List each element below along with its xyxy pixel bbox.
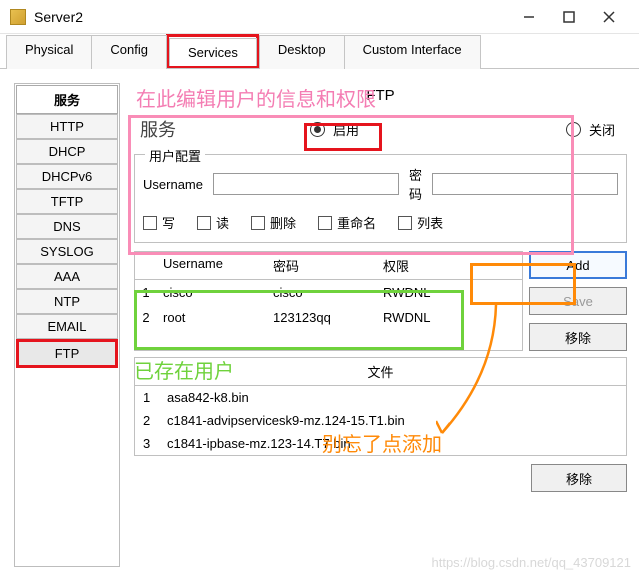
sidebar-item-tftp[interactable]: TFTP (16, 189, 118, 214)
tab-services-highlight: Services (166, 34, 259, 68)
sidebar-item-ftp[interactable]: FTP (16, 339, 118, 368)
minimize-button[interactable] (509, 2, 549, 32)
user-config-fieldset: 用户配置 Username 密码 写 读 删除 重命名 列表 (134, 154, 627, 243)
th-perm: 权限 (377, 252, 522, 279)
add-button[interactable]: Add (529, 251, 627, 279)
sidebar-item-dhcpv6[interactable]: DHCPv6 (16, 164, 118, 189)
maximize-button[interactable] (549, 2, 589, 32)
sidebar-item-syslog[interactable]: SYSLOG (16, 239, 118, 264)
radio-disable[interactable]: 关闭 (566, 120, 615, 139)
server-icon (10, 9, 26, 25)
tab-services[interactable]: Services (169, 38, 257, 66)
files-box: 文件 1asa842-k8.bin 2c1841-advipservicesk9… (134, 357, 627, 456)
username-input[interactable] (213, 173, 399, 195)
tab-config[interactable]: Config (91, 35, 167, 69)
sidebar-header: 服务 (16, 85, 118, 114)
service-toggle-row: 服务 启用 关闭 (126, 108, 635, 150)
checkbox-icon (143, 216, 157, 230)
radio-enable[interactable]: 启用 (310, 120, 359, 139)
sidebar-item-http[interactable]: HTTP (16, 114, 118, 139)
remove-user-button[interactable]: 移除 (529, 323, 627, 351)
save-button[interactable]: Save (529, 287, 627, 315)
tab-desktop[interactable]: Desktop (259, 35, 345, 69)
window-title: Server2 (34, 9, 509, 25)
remove-file-button[interactable]: 移除 (531, 464, 627, 492)
file-row[interactable]: 1asa842-k8.bin (135, 386, 626, 409)
password-label: 密码 (409, 165, 422, 203)
tabs: Physical Config Services Desktop Custom … (0, 34, 639, 69)
table-row[interactable]: 1 cisco cisco RWDNL (135, 280, 522, 305)
titlebar: Server2 (0, 0, 639, 34)
sidebar: 服务 HTTP DHCP DHCPv6 TFTP DNS SYSLOG AAA … (14, 83, 120, 567)
file-row[interactable]: 3c1841-ipbase-mz.123-14.T7.bin (135, 432, 626, 455)
perm-delete[interactable]: 删除 (251, 213, 296, 232)
user-table: Username 密码 权限 1 cisco cisco RWDNL 2 roo… (134, 251, 523, 351)
file-row[interactable]: 2c1841-advipservicesk9-mz.124-15.T1.bin (135, 409, 626, 432)
sidebar-item-dhcp[interactable]: DHCP (16, 139, 118, 164)
checkbox-icon (197, 216, 211, 230)
perm-list[interactable]: 列表 (398, 213, 443, 232)
th-password: 密码 (267, 252, 377, 279)
sidebar-item-dns[interactable]: DNS (16, 214, 118, 239)
radio-off-icon (566, 122, 581, 137)
checkbox-icon (251, 216, 265, 230)
sidebar-item-aaa[interactable]: AAA (16, 264, 118, 289)
checkbox-icon (398, 216, 412, 230)
panel-title: FTP (126, 83, 635, 108)
perm-rename[interactable]: 重命名 (318, 213, 376, 232)
th-username: Username (157, 252, 267, 279)
files-header: 文件 (135, 358, 626, 386)
radio-on-icon (310, 122, 325, 137)
table-row[interactable]: 2 root 123123qq RWDNL (135, 305, 522, 330)
tab-physical[interactable]: Physical (6, 35, 92, 69)
password-input[interactable] (432, 173, 618, 195)
tab-custom-interface[interactable]: Custom Interface (344, 35, 481, 69)
checkbox-icon (318, 216, 332, 230)
close-button[interactable] (589, 2, 629, 32)
main-panel: FTP 服务 启用 关闭 用户配置 Username 密码 写 读 (126, 83, 635, 567)
sidebar-item-ntp[interactable]: NTP (16, 289, 118, 314)
user-config-legend: 用户配置 (145, 146, 205, 165)
perm-read[interactable]: 读 (197, 213, 229, 232)
service-label: 服务 (140, 116, 200, 142)
sidebar-item-email[interactable]: EMAIL (16, 314, 118, 339)
username-label: Username (143, 177, 203, 192)
perm-write[interactable]: 写 (143, 213, 175, 232)
